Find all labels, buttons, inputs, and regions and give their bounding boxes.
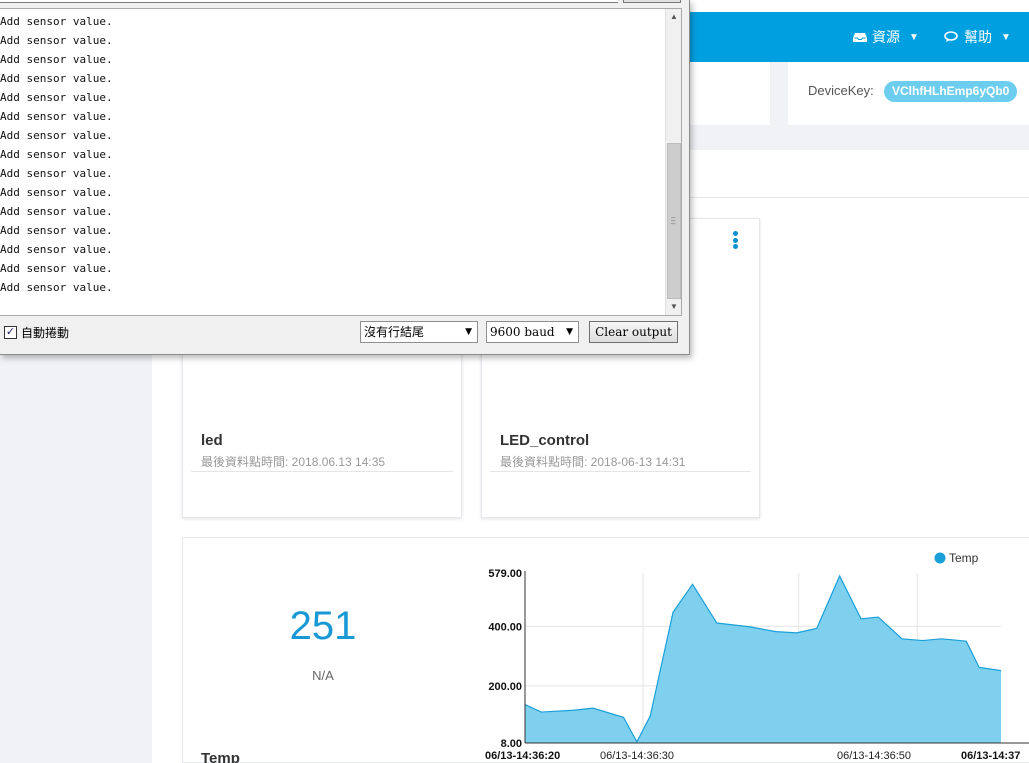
autoscroll-checkbox[interactable]: ✓	[4, 326, 17, 339]
card-divider	[490, 471, 751, 472]
serial-output-line: Add sensor value.	[0, 262, 113, 275]
serial-output-line: Add sensor value.	[0, 186, 113, 199]
serial-output-line: Add sensor value.	[0, 281, 113, 294]
scroll-down-arrow-icon[interactable]: ▼	[666, 299, 681, 315]
dropdown-arrow-icon: ▼	[566, 327, 573, 337]
serial-output-line: Add sensor value.	[0, 72, 113, 85]
dropdown-arrow-icon: ▼	[465, 327, 472, 337]
chart-y-tick-label: 579.00	[488, 568, 522, 580]
baud-rate-value: 9600 baud	[490, 325, 555, 339]
serial-monitor-window: Add sensor value. Add sensor value. Add se…	[0, 0, 690, 355]
chart-x-tick-label: 06/13-14:36:50	[837, 750, 911, 762]
device-key-panel: DeviceKey: VClhfHLhEmp6yQb0	[788, 62, 1029, 125]
serial-output-line: Add sensor value.	[0, 15, 113, 28]
chevron-down-icon: ▼	[1001, 31, 1011, 43]
serial-output-line: Add sensor value.	[0, 243, 113, 256]
card-last-update: 最後資料點時間: 2018.06.13 14:35	[201, 455, 386, 469]
line-ending-select[interactable]: 沒有行結尾 ▼	[360, 321, 478, 343]
card-last-update: 最後資料點時間: 2018-06-13 14:31	[500, 455, 686, 469]
clear-output-button[interactable]: Clear output	[589, 321, 678, 343]
chart-y-tick-label: 200.00	[488, 681, 522, 693]
serial-output-line: Add sensor value.	[0, 205, 113, 218]
serial-output-lines: Add sensor value. Add sensor value. Add se…	[0, 12, 664, 297]
serial-output-line: Add sensor value.	[0, 110, 113, 123]
chart-y-tick-label: 8.00	[501, 738, 522, 750]
nav-help[interactable]: 幫助 ▼	[944, 27, 1011, 47]
chart-x-tick-label: 06/13-14:36:30	[600, 750, 674, 762]
card-title: LED_control	[500, 432, 590, 449]
temp-area-chart: 579.00 400.00 200.00 8.0006/13-14:36:20 06/1…	[485, 551, 1029, 762]
baud-rate-select[interactable]: 9600 baud ▼	[486, 321, 579, 343]
chart-x-tick-label: 06/13-14:37	[961, 750, 1020, 762]
scroll-up-arrow-icon[interactable]: ▲	[666, 9, 681, 25]
serial-output-line: Add sensor value.	[0, 148, 113, 161]
send-input[interactable]	[0, 0, 618, 3]
chart-area-temp	[525, 575, 1001, 743]
serial-output-line: Add sensor value.	[0, 224, 113, 237]
data-channel-card-temp[interactable]: 251 N/A Temp 579.00 400.00 200.00 8.00 06/13…	[182, 537, 1029, 763]
chart-legend-marker	[934, 552, 946, 564]
card-title: led	[201, 432, 223, 449]
serial-output-line: Add sensor value.	[0, 53, 113, 66]
serial-output-line: Add sensor value.	[0, 34, 113, 47]
card-divider	[191, 471, 453, 472]
chat-icon	[944, 31, 958, 42]
chart-x-tick-label: 06/13-14:36:20	[485, 750, 560, 762]
serial-output-area[interactable]: Add sensor value. Add sensor value. Add se…	[0, 8, 682, 316]
serial-output-line: Add sensor value.	[0, 129, 113, 142]
nav-help-label: 幫助	[964, 29, 992, 45]
inbox-icon	[853, 32, 867, 42]
grip-icon: ‒ ‒ ‒	[671, 213, 676, 228]
chart-legend-label: Temp	[949, 551, 979, 565]
serial-bottom-toolbar: ✓ 自動捲動 沒有行結尾 ▼ 9600 baud ▼ Clear output	[0, 318, 689, 348]
autoscroll-label: 自動捲動	[21, 326, 70, 340]
chevron-down-icon: ▼	[909, 31, 919, 43]
send-button[interactable]	[623, 0, 681, 3]
serial-output-line: Add sensor value.	[0, 167, 113, 180]
nav-resources[interactable]: 資源 ▼	[853, 27, 919, 47]
line-ending-value: 沒有行結尾	[364, 325, 425, 339]
more-options-icon[interactable]	[733, 231, 739, 249]
scroll-thumb[interactable]: ‒ ‒ ‒	[667, 143, 681, 299]
vertical-scrollbar[interactable]: ▲ ‒ ‒ ‒ ▼	[665, 9, 681, 315]
device-key-label: DeviceKey:	[808, 83, 874, 98]
nav-resources-label: 資源	[872, 29, 900, 45]
serial-output-line: Add sensor value.	[0, 91, 113, 104]
device-key-badge[interactable]: VClhfHLhEmp6yQb0	[884, 81, 1018, 102]
chart-y-tick-label: 400.00	[488, 621, 522, 633]
